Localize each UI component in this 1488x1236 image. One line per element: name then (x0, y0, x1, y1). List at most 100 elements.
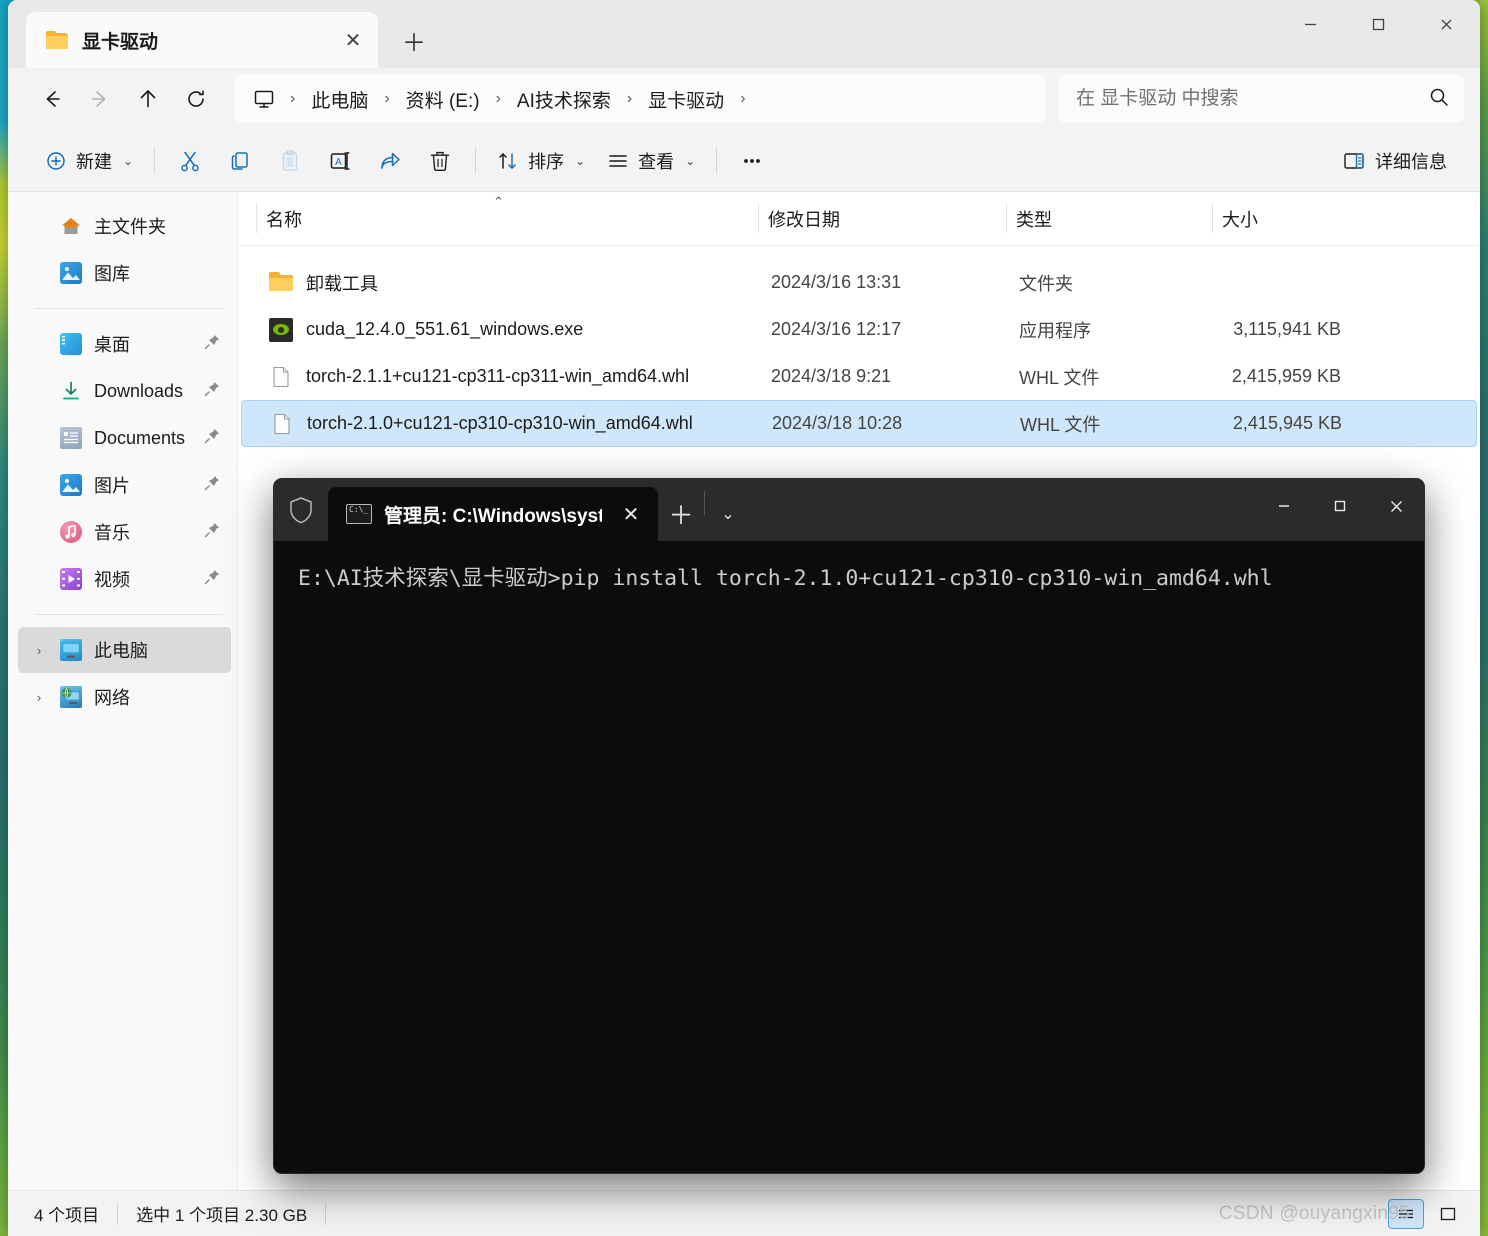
file-size-cell: 3,115,941 KB (1233, 319, 1341, 339)
generic-file-icon (270, 412, 294, 436)
terminal-maximize-button[interactable] (1312, 479, 1368, 533)
sidebar-item-pictures[interactable]: 图片 (18, 462, 231, 508)
file-size-cell: 2,415,959 KB (1231, 366, 1341, 386)
breadcrumb-item-3[interactable]: 显卡驱动 (640, 82, 732, 117)
new-terminal-tab-button[interactable]: ＋ (658, 487, 704, 541)
terminal-output-area[interactable]: E:\AI技术探索\显卡驱动>pip install torch-2.1.0+c… (274, 541, 1424, 1173)
new-button-label: 新建 (76, 151, 112, 172)
this-pc-icon (60, 639, 82, 661)
table-row[interactable]: torch-2.1.0+cu121-cp310-cp310-win_amd64.… (241, 400, 1477, 447)
folder-icon (46, 31, 68, 49)
large-icons-view-button[interactable] (1430, 1199, 1466, 1229)
chevron-right-icon[interactable]: › (30, 643, 48, 658)
delete-button[interactable] (415, 140, 465, 182)
file-name-label: 卸载工具 (306, 273, 378, 294)
close-tab-icon[interactable]: ✕ (336, 23, 370, 57)
terminal-tab-title: 管理员: C:\Windows\system32 (384, 505, 602, 527)
new-button[interactable]: 新建 ⌄ (34, 140, 144, 182)
column-header-size[interactable]: 大小 (1212, 192, 1350, 245)
breadcrumb-separator: › (384, 90, 390, 107)
sidebar-item-network[interactable]: › 网络 (18, 674, 231, 720)
table-row[interactable]: torch-2.1.1+cu121-cp311-cp311-win_amd64.… (241, 353, 1477, 400)
search-input[interactable] (1076, 88, 1428, 110)
file-name-label: cuda_12.4.0_551.61_windows.exe (306, 319, 584, 339)
sort-button[interactable]: 排序 ⌄ (486, 140, 596, 182)
sidebar-item-gallery[interactable]: 图库 (18, 250, 231, 296)
terminal-window-controls (1256, 479, 1424, 533)
file-name-cell: torch-2.1.1+cu121-cp311-cp311-win_amd64.… (259, 353, 761, 400)
pin-icon[interactable] (203, 380, 221, 403)
explorer-tab[interactable]: 显卡驱动 ✕ (26, 12, 378, 68)
terminal-close-button[interactable] (1368, 479, 1424, 533)
chevron-down-icon[interactable]: ⌄ (685, 154, 695, 168)
more-options-button[interactable] (727, 140, 777, 182)
cut-button[interactable] (165, 140, 215, 182)
breadcrumb-item-2[interactable]: AI技术探索 (509, 82, 619, 117)
documents-icon (60, 427, 82, 449)
table-row[interactable]: 卸载工具 2024/3/16 13:31 文件夹 (241, 259, 1477, 306)
pin-icon[interactable] (203, 521, 221, 544)
up-button[interactable] (124, 75, 172, 123)
home-icon (60, 215, 82, 237)
column-header-name[interactable]: 名称 (256, 192, 758, 245)
pin-icon[interactable] (203, 333, 221, 356)
sidebar-item-desktop[interactable]: 桌面 (18, 321, 231, 367)
sidebar-item-this-pc[interactable]: › 此电脑 (18, 627, 231, 673)
sidebar-item-home[interactable]: 主文件夹 (18, 203, 231, 249)
chevron-down-icon[interactable]: ⌄ (705, 487, 751, 541)
selection-info-label: 选中 1 个项目 2.30 GB (136, 1206, 308, 1225)
terminal-minimize-button[interactable] (1256, 479, 1312, 533)
paste-button[interactable] (265, 140, 315, 182)
window-controls (1276, 0, 1480, 48)
sidebar-item-label: 图片 (94, 476, 130, 496)
back-button[interactable] (28, 75, 76, 123)
toolbar-divider (154, 147, 156, 174)
column-header-type[interactable]: 类型 (1006, 192, 1212, 245)
terminal-tab[interactable]: 管理员: C:\Windows\system32 ✕ (328, 487, 658, 541)
pin-icon[interactable] (203, 568, 221, 591)
column-header-date[interactable]: 修改日期 (758, 192, 1006, 245)
chevron-right-icon[interactable]: › (30, 690, 48, 705)
navigation-pane: 主文件夹 图库 桌面 Downloads Documents 图片 音乐 视频 … (8, 192, 238, 1190)
item-count-label: 4 个项目 (34, 1206, 100, 1225)
pin-icon[interactable] (203, 474, 221, 497)
chevron-down-icon[interactable]: ⌄ (575, 154, 585, 168)
sort-button-label: 排序 (528, 151, 565, 172)
minimize-button[interactable] (1276, 0, 1344, 48)
view-button[interactable]: 查看 ⌄ (596, 140, 706, 182)
close-tab-icon[interactable]: ✕ (614, 497, 648, 531)
breadcrumb[interactable]: › 此电脑 › 资料 (E:) › AI技术探索 › 显卡驱动 › (234, 75, 1046, 123)
videos-icon (60, 568, 82, 590)
chevron-down-icon[interactable]: ⌄ (123, 154, 133, 168)
file-type-cell: WHL 文件 (1020, 414, 1101, 435)
new-tab-button[interactable]: ＋ (394, 20, 434, 60)
refresh-button[interactable] (172, 75, 220, 123)
search-box[interactable] (1058, 75, 1464, 123)
sidebar-item-videos[interactable]: 视频 (18, 556, 231, 602)
close-button[interactable] (1412, 0, 1480, 48)
sidebar-item-music[interactable]: 音乐 (18, 509, 231, 555)
sidebar-item-downloads[interactable]: Downloads (18, 368, 231, 414)
forward-button[interactable] (76, 75, 124, 123)
music-icon (60, 521, 82, 543)
pin-icon[interactable] (203, 427, 221, 450)
search-icon[interactable] (1428, 86, 1450, 113)
rename-button[interactable]: A (315, 140, 365, 182)
column-header-label: 修改日期 (768, 209, 840, 230)
details-pane-button[interactable]: 详细信息 (1331, 140, 1458, 182)
copy-button[interactable] (215, 140, 265, 182)
maximize-button[interactable] (1344, 0, 1412, 48)
share-button[interactable] (365, 140, 415, 182)
sidebar-item-label: 主文件夹 (94, 217, 166, 237)
breadcrumb-item-0[interactable]: 此电脑 (303, 82, 376, 117)
table-row[interactable]: cuda_12.4.0_551.61_windows.exe 2024/3/16… (241, 306, 1477, 353)
this-pc-monitor-icon[interactable] (248, 87, 282, 111)
sidebar-item-label: 图库 (94, 264, 130, 284)
column-headers: ⌃ 名称 修改日期 类型 大小 (238, 192, 1480, 246)
breadcrumb-item-1[interactable]: 资料 (E:) (398, 82, 488, 117)
breadcrumb-separator: › (740, 90, 746, 107)
file-type-cell: 文件夹 (1019, 273, 1073, 294)
column-header-label: 大小 (1222, 209, 1258, 230)
sidebar-item-documents[interactable]: Documents (18, 415, 231, 461)
desktop-icon (60, 333, 82, 355)
